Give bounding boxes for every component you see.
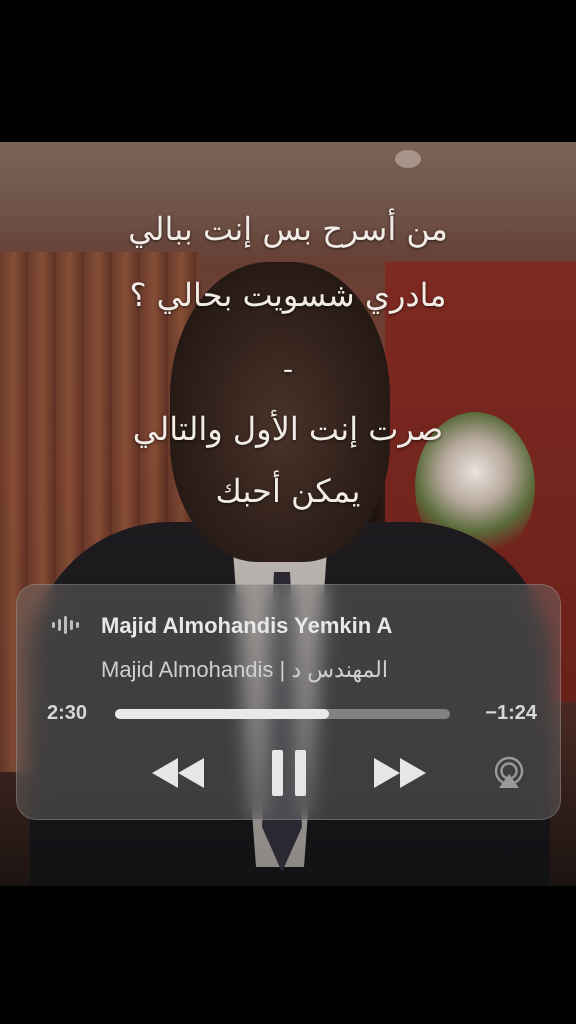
waveform-icon xyxy=(52,616,79,634)
letterbox-bottom xyxy=(0,886,576,1024)
rewind-icon xyxy=(152,758,204,788)
ceiling-lamp xyxy=(395,150,421,168)
fast-forward-icon xyxy=(374,758,426,788)
pause-button[interactable] xyxy=(264,745,314,801)
track-title[interactable]: Majid Almohandis Yemkin A xyxy=(101,613,479,643)
lyric-separator: ـ xyxy=(284,350,292,378)
lyric-line-4: يمكن أحبك xyxy=(215,472,361,510)
fast-forward-button[interactable] xyxy=(367,751,433,795)
now-playing-widget[interactable]: Majid Almohandis Yemkin A Majid Almohand… xyxy=(16,584,561,820)
lyric-line-2: مادري شسويت بحالي ؟ xyxy=(129,276,447,314)
letterbox-top xyxy=(0,0,576,142)
lyric-line-3: صرت إنت الأول والتالي xyxy=(132,410,444,448)
rewind-button[interactable] xyxy=(145,751,211,795)
pause-icon xyxy=(272,750,306,796)
time-elapsed: 2:30 xyxy=(47,702,88,724)
airplay-button[interactable] xyxy=(489,755,529,791)
progress-scrubber[interactable] xyxy=(115,709,450,719)
progress-fill xyxy=(115,709,330,719)
airplay-icon xyxy=(494,756,524,788)
time-remaining: −1:24 xyxy=(485,702,537,724)
lyric-line-1: من أسرح بس إنت ببالي xyxy=(128,210,448,248)
track-artist[interactable]: Majid Almohandis | المهندس د xyxy=(101,657,479,687)
